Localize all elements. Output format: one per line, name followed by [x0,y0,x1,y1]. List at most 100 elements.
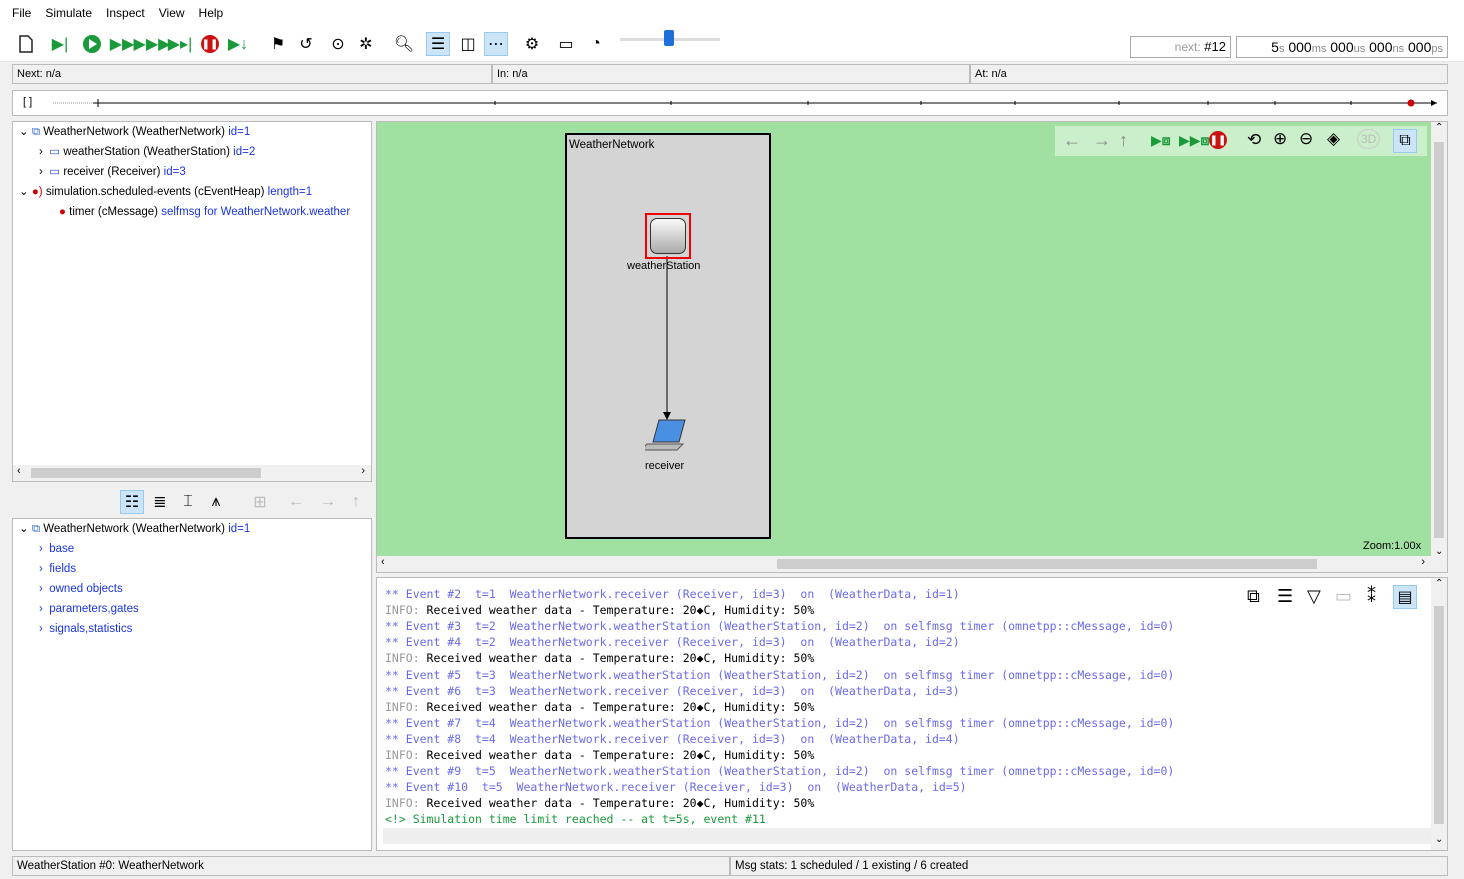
step-icon[interactable]: ▶| [48,32,72,56]
log-line: INFO: Received weather data - Temperatur… [385,651,815,666]
filter-icon[interactable]: ▽ [1307,586,1321,607]
props-root[interactable]: ⌄ ⧉ WeatherNetwork (WeatherNetwork) id=1 [19,519,250,539]
menu-help[interactable]: Help [199,6,224,20]
module-icon: ▭ [49,146,61,158]
log-line: ** Event #3 t=2 WeatherNetwork.weatherSt… [385,619,1175,634]
back-arrow-icon[interactable]: ← [1063,130,1081,151]
stop-icon[interactable]: ❚❚ [1209,131,1227,149]
menu-bar: File Simulate Inspect View Help [0,0,1464,26]
receiver-module[interactable] [639,418,689,457]
props-group-fields[interactable]: › fields [39,559,76,579]
run-icon[interactable] [80,32,104,56]
event-info-bar: Next: n/a In: n/a At: n/a [12,64,1448,84]
forward-arrow-icon[interactable]: → [1093,130,1111,151]
fast-into-icon[interactable]: ▶▶⧈ [1179,132,1209,149]
step-into-icon[interactable]: ▶⧈ [1151,132,1171,149]
menu-inspect[interactable]: Inspect [106,6,145,20]
network-icon[interactable]: ⊞ [248,490,272,514]
chevron-down-icon[interactable]: ⌄ [19,126,29,138]
event-log[interactable]: ** Event #2 t=1 WeatherNetwork.receiver … [376,577,1448,851]
back-arrow-icon[interactable]: ← [284,490,308,514]
menu-view[interactable]: View [159,6,185,20]
log-mode-icon[interactable]: ▤ [1393,585,1417,609]
chevron-right-icon: › [39,583,43,595]
children-mode-icon[interactable]: ☷ [120,490,144,514]
log-line: INFO: Received weather data - Temperatur… [385,796,815,811]
chevron-right-icon[interactable]: › [39,166,43,178]
chevron-down-icon[interactable]: ⌄ [19,186,29,198]
copy-icon[interactable]: ⧉ [1247,586,1260,607]
find-icon[interactable]: 🔍︎ [392,32,416,56]
tree-horizontal-scrollbar[interactable]: ‹ › [13,465,371,481]
inheritance-mode-icon[interactable]: ⩚ [204,490,228,514]
debug-next-icon[interactable]: ▶↓ [226,32,250,56]
canvas-horizontal-scrollbar[interactable]: ‹ › [377,556,1431,572]
log-line: ** Event #8 t=4 WeatherNetwork.receiver … [385,731,960,746]
timeline-bracket: [ ] [23,96,33,108]
props-group-base[interactable]: › base [39,539,74,559]
timeline-toggle-icon[interactable]: ☰ [426,32,450,56]
rebuild-icon[interactable]: ↺ [294,32,318,56]
grouped-mode-icon[interactable]: ⌶ [176,490,200,514]
video-record-icon[interactable]: ▭ [554,32,578,56]
chevron-right-icon: › [39,603,43,615]
forward-arrow-icon[interactable]: → [316,490,340,514]
props-group-signals-statistics[interactable]: › signals,statistics [39,619,132,639]
finish-flag-icon[interactable]: ⚑ [266,32,290,56]
timeline-event-marker [1407,99,1415,107]
scrollbar-thumb[interactable] [777,559,1317,569]
chevron-right-icon[interactable]: › [39,146,43,158]
fast-run-icon[interactable]: ▶▶ [110,32,135,56]
speed-gauge-icon[interactable]: ◔ [584,32,608,56]
props-group-parameters-gates[interactable]: › parameters,gates [39,599,139,619]
receiver-label: receiver [645,460,685,472]
new-file-icon[interactable] [14,32,38,56]
find-in-log-icon[interactable]: ☰ [1277,586,1293,607]
tree-item-network[interactable]: ⌄ ⧉ WeatherNetwork (WeatherNetwork) id=1 [19,122,250,142]
log-line: ** Event #7 t=4 WeatherNetwork.weatherSt… [385,715,1175,730]
debug-bug-icon[interactable]: ✲ [354,32,378,56]
speed-slider-thumb[interactable] [664,30,674,46]
log-line: ** Event #2 t=1 WeatherNetwork.receiver … [385,587,960,601]
network-module-icon: ⧉ [31,126,41,138]
log-line: INFO: Received weather data - Temperatur… [385,748,815,762]
scrollbar-thumb[interactable] [1434,606,1444,824]
network-canvas[interactable]: WeatherNetwork weatherStation receiver ←… [376,121,1448,573]
run-until-icon[interactable]: ▶▸| [168,32,193,56]
tree-item-weatherstation[interactable]: › ▭ weatherStation (WeatherStation) id=2 [39,142,255,162]
settings-gear-icon[interactable]: ⚙ [520,32,544,56]
module-box-icon [650,218,686,254]
scrollbar-thumb[interactable] [31,468,261,478]
flat-mode-icon[interactable]: ≣ [148,490,172,514]
module-view-icon[interactable]: ⧉ [1393,129,1417,153]
log-toolbar: ⧉ ☰ ▽ ▭ ⁑ ▤ [1243,584,1427,612]
module-icon: ▭ [49,166,61,178]
record-icon[interactable]: ⊙ [326,32,350,56]
messages-mode-icon[interactable]: ⁑ [1367,586,1376,607]
props-group-owned-objects[interactable]: › owned objects [39,579,123,599]
relayout-icon[interactable]: ⟲ [1247,130,1261,150]
3d-view-icon[interactable]: 3D [1357,129,1381,149]
log-vertical-scrollbar[interactable]: ⌃ ⌄ [1431,578,1447,850]
chevron-down-icon[interactable]: ⌄ [19,523,29,535]
menu-simulate[interactable]: Simulate [45,6,92,20]
zoom-out-icon[interactable]: ⊖ [1299,129,1313,149]
up-arrow-icon[interactable]: ↑ [344,490,368,514]
log-settings-icon[interactable]: ▭ [1335,586,1352,607]
up-arrow-icon[interactable]: ↑ [1119,130,1128,151]
express-run-icon[interactable]: ▶▶▶ [134,32,171,56]
animation-toggle-icon[interactable]: ⋯ [484,32,508,56]
zoom-in-icon[interactable]: ⊕ [1273,129,1287,149]
weatherstation-module[interactable] [645,213,691,259]
canvas-vertical-scrollbar[interactable]: ⌃ ⌄ [1431,122,1447,572]
layout-icon[interactable]: ◫ [456,32,480,56]
menu-file[interactable]: File [12,6,31,20]
tree-item-scheduled-events[interactable]: ⌄ ●) simulation.scheduled-events (cEvent… [19,182,312,202]
layers-icon[interactable]: ◈ [1327,129,1340,149]
scrollbar-thumb[interactable] [1434,142,1444,538]
stop-icon[interactable]: ❚❚ [198,32,222,56]
tree-item-receiver[interactable]: › ▭ receiver (Receiver) id=3 [39,162,186,182]
tree-item-timer[interactable]: ● timer (cMessage) selfmsg for WeatherNe… [59,202,350,222]
timeline[interactable]: [ ] [12,90,1448,116]
in-info: In: n/a [492,64,970,84]
